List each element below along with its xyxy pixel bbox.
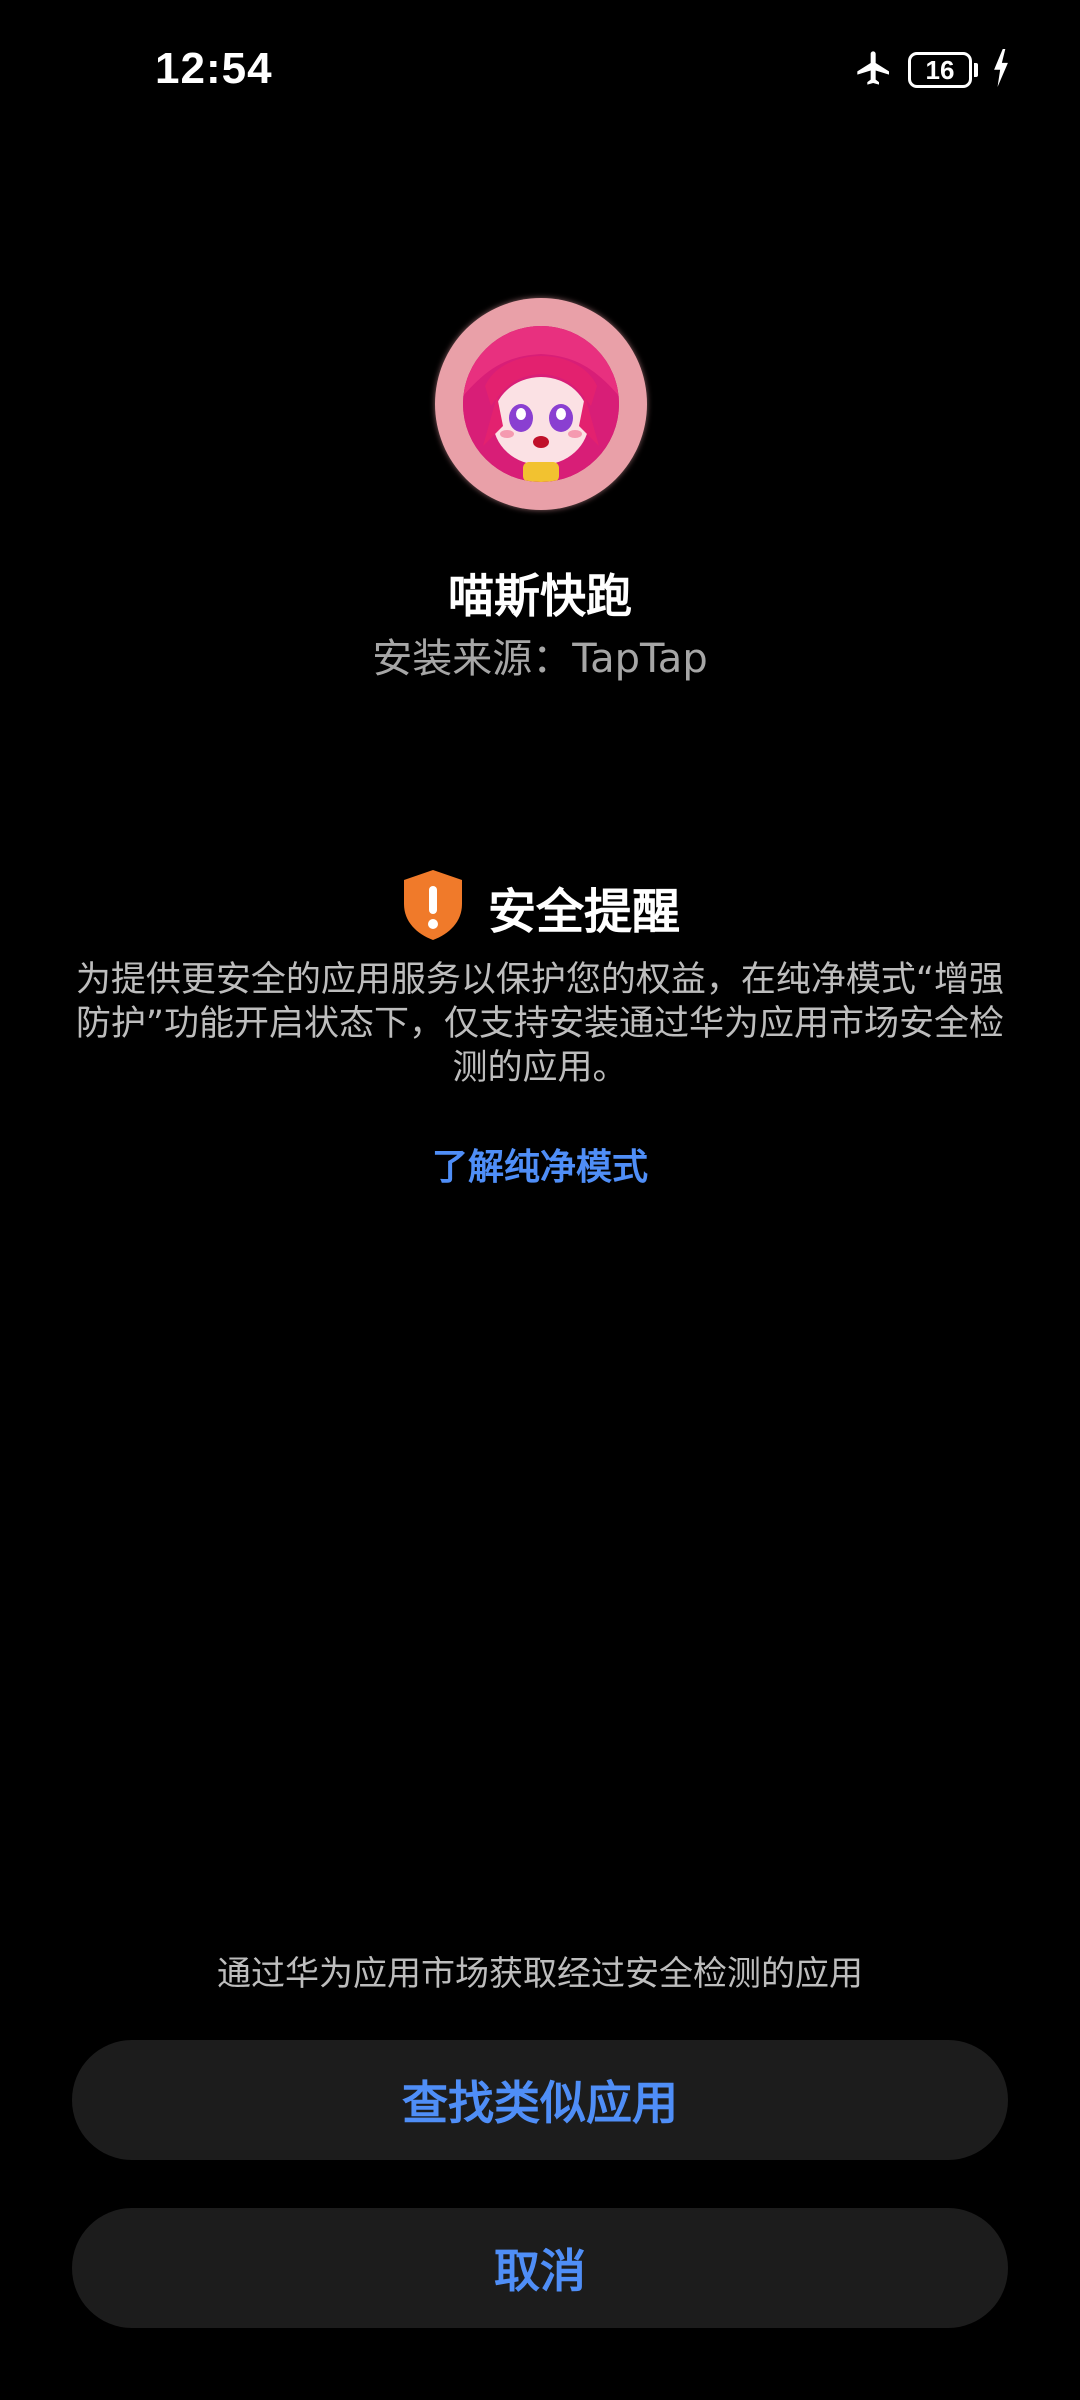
app-character-avatar — [463, 326, 619, 482]
bottom-hint: 通过华为应用市场获取经过安全检测的应用 — [217, 1954, 863, 1994]
security-warning-header: 安全提醒 — [0, 868, 1080, 946]
status-icons: 16 — [854, 48, 1010, 92]
find-similar-apps-button[interactable]: 查找类似应用 — [72, 2040, 1008, 2160]
status-time: 12:54 — [155, 44, 273, 93]
status-bar: 12:54 16 — [0, 0, 1080, 140]
app-icon — [435, 298, 647, 510]
airplane-mode-icon — [854, 48, 894, 92]
charging-icon — [992, 49, 1010, 91]
battery-icon: 16 — [908, 52, 978, 88]
install-source: 安装来源：TapTap — [372, 636, 708, 682]
shield-alert-icon — [400, 868, 466, 946]
cancel-button[interactable]: 取消 — [72, 2208, 1008, 2328]
app-name: 喵斯快跑 — [448, 569, 632, 623]
learn-pure-mode-link[interactable]: 了解纯净模式 — [0, 1138, 1080, 1190]
warning-title: 安全提醒 — [487, 884, 680, 940]
warning-message: 为提供更安全的应用服务以保护您的权益，在纯净模式“增强防护”功能开启状态下，仅支… — [75, 960, 1005, 1088]
battery-level: 16 — [908, 52, 972, 88]
